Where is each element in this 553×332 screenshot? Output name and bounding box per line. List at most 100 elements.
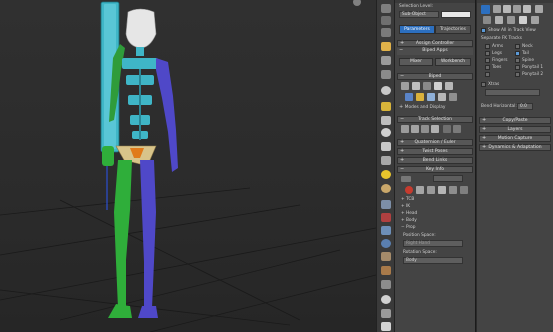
tool-icon-f[interactable]: [483, 16, 491, 24]
fk-track-checkbox[interactable]: [515, 51, 520, 56]
tool-icon-3[interactable]: [381, 28, 391, 37]
tool-icon-9[interactable]: [381, 116, 391, 125]
mixer-mode-icon[interactable]: [434, 82, 442, 90]
mixer-button[interactable]: Mixer: [399, 58, 433, 66]
tool-icon-2[interactable]: [381, 16, 391, 25]
biped-rollout[interactable]: − Biped: [397, 73, 473, 80]
tool-icon-24[interactable]: [381, 322, 391, 331]
bend-links-rollout[interactable]: + Bend Links: [397, 157, 473, 164]
tool-icon-16[interactable]: [381, 213, 391, 222]
body-rotation-icon[interactable]: [421, 125, 429, 133]
tool-icon-b[interactable]: [503, 5, 511, 13]
rotation-space-dropdown[interactable]: Body: [403, 257, 463, 264]
fk-track-checkbox[interactable]: [485, 65, 490, 70]
tool-icon-c[interactable]: [513, 5, 521, 13]
xtras-checkbox[interactable]: [481, 82, 486, 87]
globe-icon[interactable]: [381, 239, 391, 248]
tool-icon-d[interactable]: [523, 5, 531, 13]
set-planted-key-icon[interactable]: [416, 186, 424, 194]
fk-track-checkbox[interactable]: [485, 58, 490, 63]
fk-track-checkbox[interactable]: [485, 51, 490, 56]
sphere-icon-2[interactable]: [381, 128, 391, 137]
ik-expander[interactable]: + IK: [401, 204, 410, 209]
cone-icon[interactable]: [381, 156, 391, 165]
tool-icon-11[interactable]: [381, 142, 391, 151]
tool-icon-8[interactable]: [381, 102, 391, 111]
load-file-icon[interactable]: [416, 93, 424, 101]
tab-parameters[interactable]: Parameters: [399, 25, 435, 34]
tool-icon-a[interactable]: [493, 5, 501, 13]
set-free-key-icon[interactable]: [438, 186, 446, 194]
lock-cob-icon[interactable]: [431, 125, 439, 133]
trajectory-icon[interactable]: [449, 186, 457, 194]
load-motion-icon[interactable]: [427, 93, 435, 101]
symmetrical-icon[interactable]: [443, 125, 451, 133]
viewcube-icon[interactable]: [353, 0, 361, 6]
tool-icon-6[interactable]: [381, 70, 391, 79]
head-expander[interactable]: + Head: [401, 211, 417, 216]
light-bulb-icon[interactable]: [381, 42, 391, 51]
twist-poses-rollout[interactable]: + Twist Poses: [397, 148, 473, 155]
tool-icon-19[interactable]: [381, 252, 391, 261]
biped-apps-rollout[interactable]: − Biped Apps: [397, 48, 473, 55]
fk-track-checkbox[interactable]: [515, 44, 520, 49]
biped-playback-icon[interactable]: [445, 82, 453, 90]
body-vertical-icon[interactable]: [411, 125, 419, 133]
dynamics-adaptation-rollout[interactable]: + Dynamics & Adaptation: [479, 144, 551, 151]
tool-icon-14[interactable]: [381, 184, 391, 193]
sphere-icon[interactable]: [381, 86, 391, 95]
opposite-icon[interactable]: [453, 125, 461, 133]
copy-paste-rollout[interactable]: + Copy/Paste: [479, 117, 551, 124]
set-sliding-key-icon[interactable]: [427, 186, 435, 194]
biped-neck[interactable]: [136, 47, 144, 56]
body-horizontal-icon[interactable]: [401, 125, 409, 133]
fk-track-checkbox[interactable]: [515, 58, 520, 63]
motion-capture-rollout[interactable]: + Motion Capture: [479, 135, 551, 142]
biped-head[interactable]: [125, 8, 157, 49]
tool-icon-e[interactable]: [535, 5, 543, 13]
tool-icon-23[interactable]: [381, 309, 391, 318]
track-selection-rollout[interactable]: − Track Selection: [397, 116, 473, 123]
tool-icon-g[interactable]: [495, 16, 503, 24]
workbench-button[interactable]: Workbench: [435, 58, 471, 66]
tool-icon-1[interactable]: [381, 4, 391, 13]
sun-icon[interactable]: [381, 170, 391, 179]
fk-track-checkbox[interactable]: [515, 72, 520, 77]
layers-rollout[interactable]: + Layers: [479, 126, 551, 133]
convert-icon[interactable]: [438, 93, 446, 101]
save-file-icon[interactable]: [405, 93, 413, 101]
tool-icon-h[interactable]: [507, 16, 515, 24]
tool-icon-15[interactable]: [381, 200, 391, 209]
tool-icon-j[interactable]: [531, 16, 539, 24]
assign-controller-rollout[interactable]: + Assign Controller: [397, 40, 473, 47]
biped-right-foot[interactable]: [108, 304, 132, 318]
biped-left-arm[interactable]: [156, 58, 178, 172]
prev-key-icon[interactable]: [401, 176, 411, 182]
key-info-rollout[interactable]: − Key Info: [397, 166, 473, 173]
motion-flow-icon[interactable]: [423, 82, 431, 90]
key-number-field[interactable]: [433, 175, 463, 182]
modes-and-display-label[interactable]: + Modes and Display: [399, 104, 445, 110]
body-expander[interactable]: + Body: [401, 218, 417, 223]
bend-horizontal-field[interactable]: 0.0: [517, 103, 533, 110]
sphere-icon-3[interactable]: [381, 295, 391, 304]
curve-icon[interactable]: [460, 186, 468, 194]
biped-settings-icon[interactable]: [481, 5, 490, 14]
tab-trajectories[interactable]: Trajectories: [435, 25, 471, 34]
tool-icon-21[interactable]: [381, 280, 391, 289]
tool-icon-i[interactable]: [519, 16, 527, 24]
fk-track-checkbox[interactable]: [515, 65, 520, 70]
biped-left-leg[interactable]: [140, 160, 156, 308]
position-space-dropdown[interactable]: Right Hand: [403, 240, 463, 247]
show-all-checkbox[interactable]: [481, 28, 486, 33]
biped-spine-1[interactable]: [122, 58, 158, 69]
biped-right-hand[interactable]: [102, 146, 114, 166]
figure-mode-icon[interactable]: [401, 82, 409, 90]
prop-expander[interactable]: − Prop: [401, 225, 416, 230]
xtras-dropdown[interactable]: [485, 89, 540, 96]
viewport[interactable]: [0, 0, 376, 332]
footstep-mode-icon[interactable]: [412, 82, 420, 90]
biped-left-foot[interactable]: [138, 306, 158, 318]
fk-track-checkbox[interactable]: [485, 72, 490, 77]
set-key-icon[interactable]: [405, 186, 413, 194]
